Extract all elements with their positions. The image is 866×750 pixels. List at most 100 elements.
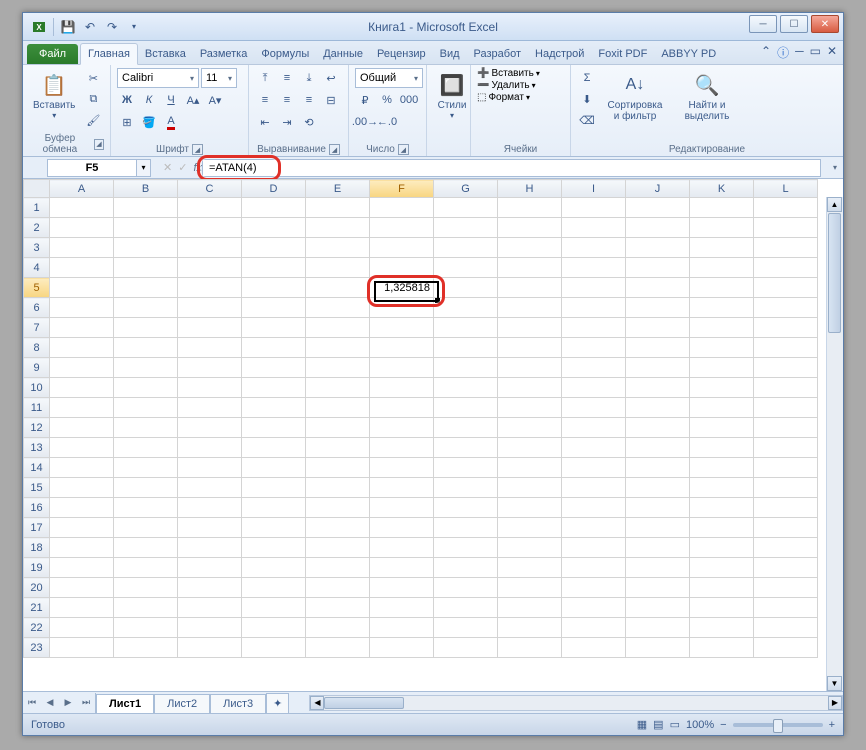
cell-L19[interactable] <box>754 558 818 578</box>
tab-formulas[interactable]: Формулы <box>254 44 316 64</box>
cell-J17[interactable] <box>626 518 690 538</box>
scroll-up-button[interactable]: ▲ <box>827 197 842 212</box>
align-center-button[interactable]: ≡ <box>277 90 297 110</box>
cell-B3[interactable] <box>114 238 178 258</box>
cell-C8[interactable] <box>178 338 242 358</box>
cell-E5[interactable] <box>306 278 370 298</box>
name-box[interactable]: F5 <box>47 159 137 177</box>
cell-D8[interactable] <box>242 338 306 358</box>
clear-button[interactable]: ⌫ <box>577 110 597 130</box>
select-all-corner[interactable] <box>24 180 50 198</box>
col-header-J[interactable]: J <box>626 180 690 198</box>
vertical-scrollbar[interactable]: ▲ ▼ <box>826 197 843 691</box>
cell-G15[interactable] <box>434 478 498 498</box>
col-header-D[interactable]: D <box>242 180 306 198</box>
number-format-combo[interactable]: Общий▾ <box>355 68 423 88</box>
cell-I17[interactable] <box>562 518 626 538</box>
cell-H6[interactable] <box>498 298 562 318</box>
cell-B21[interactable] <box>114 598 178 618</box>
tab-insert[interactable]: Вставка <box>138 44 193 64</box>
cell-D14[interactable] <box>242 458 306 478</box>
cell-K20[interactable] <box>690 578 754 598</box>
cell-L3[interactable] <box>754 238 818 258</box>
cell-B19[interactable] <box>114 558 178 578</box>
cell-K23[interactable] <box>690 638 754 658</box>
cell-A9[interactable] <box>50 358 114 378</box>
cell-K13[interactable] <box>690 438 754 458</box>
cell-E17[interactable] <box>306 518 370 538</box>
cell-I5[interactable] <box>562 278 626 298</box>
cell-G16[interactable] <box>434 498 498 518</box>
sheet-prev-button[interactable]: ◀ <box>41 693 59 713</box>
col-header-L[interactable]: L <box>754 180 818 198</box>
increase-decimal-button[interactable]: .00→ <box>355 112 375 132</box>
zoom-slider[interactable] <box>733 723 823 727</box>
cell-G5[interactable] <box>434 278 498 298</box>
sheet-tab-1[interactable]: Лист1 <box>96 694 154 713</box>
cell-D18[interactable] <box>242 538 306 558</box>
tab-home[interactable]: Главная <box>80 43 138 65</box>
cell-A11[interactable] <box>50 398 114 418</box>
fx-icon[interactable]: fx <box>193 162 202 174</box>
cell-G4[interactable] <box>434 258 498 278</box>
cell-B5[interactable] <box>114 278 178 298</box>
cell-L15[interactable] <box>754 478 818 498</box>
cell-K4[interactable] <box>690 258 754 278</box>
cell-E13[interactable] <box>306 438 370 458</box>
row-header-20[interactable]: 20 <box>24 578 50 598</box>
cell-J13[interactable] <box>626 438 690 458</box>
col-header-E[interactable]: E <box>306 180 370 198</box>
cell-G13[interactable] <box>434 438 498 458</box>
cell-C13[interactable] <box>178 438 242 458</box>
cell-A7[interactable] <box>50 318 114 338</box>
cell-F13[interactable] <box>370 438 434 458</box>
cell-I14[interactable] <box>562 458 626 478</box>
cell-I6[interactable] <box>562 298 626 318</box>
cell-F15[interactable] <box>370 478 434 498</box>
cell-F23[interactable] <box>370 638 434 658</box>
cell-K16[interactable] <box>690 498 754 518</box>
cell-H15[interactable] <box>498 478 562 498</box>
cell-I7[interactable] <box>562 318 626 338</box>
cell-C9[interactable] <box>178 358 242 378</box>
cell-B7[interactable] <box>114 318 178 338</box>
cell-C1[interactable] <box>178 198 242 218</box>
cell-A2[interactable] <box>50 218 114 238</box>
cell-A1[interactable] <box>50 198 114 218</box>
cell-A5[interactable] <box>50 278 114 298</box>
vscroll-thumb[interactable] <box>828 213 841 333</box>
cell-G1[interactable] <box>434 198 498 218</box>
cell-D11[interactable] <box>242 398 306 418</box>
row-header-14[interactable]: 14 <box>24 458 50 478</box>
cell-H10[interactable] <box>498 378 562 398</box>
cell-D20[interactable] <box>242 578 306 598</box>
cell-J21[interactable] <box>626 598 690 618</box>
cell-J4[interactable] <box>626 258 690 278</box>
cell-B10[interactable] <box>114 378 178 398</box>
undo-icon[interactable]: ↶ <box>80 17 100 37</box>
row-header-15[interactable]: 15 <box>24 478 50 498</box>
col-header-H[interactable]: H <box>498 180 562 198</box>
cell-B18[interactable] <box>114 538 178 558</box>
cell-F2[interactable] <box>370 218 434 238</box>
cell-B20[interactable] <box>114 578 178 598</box>
cell-L9[interactable] <box>754 358 818 378</box>
cell-K15[interactable] <box>690 478 754 498</box>
cell-A17[interactable] <box>50 518 114 538</box>
cell-I19[interactable] <box>562 558 626 578</box>
sheet-tab-2[interactable]: Лист2 <box>154 694 210 713</box>
cell-E3[interactable] <box>306 238 370 258</box>
tab-review[interactable]: Рецензир <box>370 44 433 64</box>
cell-D21[interactable] <box>242 598 306 618</box>
find-select-button[interactable]: 🔍 Найти и выделить <box>673 68 741 136</box>
qat-dropdown-icon[interactable]: ▾ <box>124 17 144 37</box>
cell-F7[interactable] <box>370 318 434 338</box>
cell-L8[interactable] <box>754 338 818 358</box>
cell-L23[interactable] <box>754 638 818 658</box>
zoom-out-button[interactable]: − <box>720 719 726 731</box>
cell-C15[interactable] <box>178 478 242 498</box>
cell-K9[interactable] <box>690 358 754 378</box>
minimize-ribbon-icon[interactable]: ⌃ <box>761 44 771 61</box>
cell-D15[interactable] <box>242 478 306 498</box>
cell-L18[interactable] <box>754 538 818 558</box>
